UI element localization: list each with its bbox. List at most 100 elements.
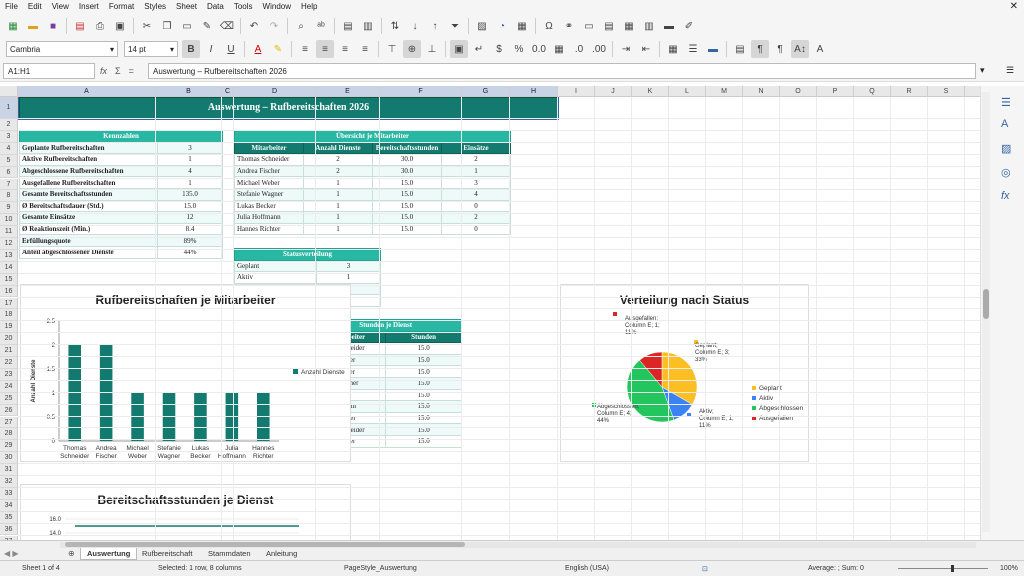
row-header-24[interactable]: 24 xyxy=(0,380,18,393)
row-header-13[interactable]: 13 xyxy=(0,249,18,262)
clone-formatting-icon[interactable]: ✎ xyxy=(198,17,216,35)
row-header-18[interactable]: 18 xyxy=(0,309,18,322)
special-character-icon[interactable]: Ω xyxy=(540,17,558,35)
column-header-b[interactable]: B xyxy=(156,86,222,97)
status-value[interactable]: 3 xyxy=(316,259,381,273)
row-header-17[interactable]: 17 xyxy=(0,297,18,310)
insert-chart-icon[interactable]: ◔ xyxy=(493,17,511,35)
justify-icon[interactable]: ≡ xyxy=(356,40,374,58)
header-footer-icon[interactable]: ▤ xyxy=(600,17,618,35)
styles-icon[interactable]: A xyxy=(1001,118,1008,130)
column-header-p[interactable]: P xyxy=(817,86,854,97)
menu-view[interactable]: View xyxy=(47,0,74,14)
horizontal-scroll-thumb[interactable] xyxy=(65,542,465,547)
navigator-icon[interactable]: ◎ xyxy=(1001,166,1011,179)
stunden-value[interactable]: 15.0 xyxy=(385,434,462,448)
column-header-h[interactable]: H xyxy=(510,86,558,97)
tab-nav-icon[interactable]: ◀ ▶ xyxy=(4,549,19,558)
row-header-20[interactable]: 20 xyxy=(0,333,18,346)
row-header-2[interactable]: 2 xyxy=(0,119,18,131)
mitarbeiter-cell[interactable]: 30.0 xyxy=(372,164,442,178)
mitarbeiter-cell[interactable]: 2 xyxy=(441,153,511,166)
mitarbeiter-header[interactable]: Einsätze xyxy=(441,141,511,155)
export-pdf-icon[interactable]: ▤ xyxy=(71,17,89,35)
row-header-5[interactable]: 5 xyxy=(0,154,18,167)
mitarbeiter-cell[interactable]: 2 xyxy=(303,153,373,166)
line-chart[interactable]: Bereitschaftsstunden je Dienst 16.014.0 xyxy=(20,484,351,540)
font-name-box[interactable]: Cambria ▾ xyxy=(6,41,118,57)
mitarbeiter-cell[interactable]: 2 xyxy=(303,164,373,178)
wrap-text-icon[interactable]: ↵ xyxy=(470,40,488,58)
cut-icon[interactable]: ✂ xyxy=(138,17,156,35)
kennzahl-value[interactable]: 1 xyxy=(157,176,223,189)
sheet-tab-stammdaten[interactable]: Stammdaten xyxy=(202,548,257,560)
column-header-s[interactable]: S xyxy=(928,86,965,97)
zoom-slider-thumb[interactable] xyxy=(951,565,954,572)
properties-icon[interactable]: ☰ xyxy=(1001,96,1011,109)
add-sheet-icon[interactable]: ⊕ xyxy=(68,549,75,558)
row-header-27[interactable]: 27 xyxy=(0,416,18,429)
function-wizard-icon[interactable]: fx xyxy=(100,63,107,79)
row-header-11[interactable]: 11 xyxy=(0,226,18,238)
mitarbeiter-cell[interactable]: 15.0 xyxy=(372,176,442,189)
mitarbeiter-cell[interactable]: Michael Weber xyxy=(234,176,304,189)
pivot-table-icon[interactable]: ▦ xyxy=(513,17,531,35)
insert-image-icon[interactable]: ▨ xyxy=(473,17,491,35)
kennzahl-value[interactable]: 3 xyxy=(157,141,223,155)
borders-icon[interactable]: ▦ xyxy=(664,40,682,58)
name-box[interactable]: A1:H1 xyxy=(3,63,95,79)
mitarbeiter-caption[interactable]: Übersicht je Mitarbeiter xyxy=(234,130,511,143)
column-header-i[interactable]: I xyxy=(558,86,595,97)
menu-styles[interactable]: Styles xyxy=(139,0,171,14)
menu-sheet[interactable]: Sheet xyxy=(171,0,202,14)
print-preview-icon[interactable]: ▣ xyxy=(111,17,129,35)
bold-icon[interactable]: B xyxy=(182,40,200,58)
kennzahl-value[interactable]: 1 xyxy=(157,153,223,166)
kennzahl-label[interactable]: Aktive Rufbereitschaften xyxy=(19,153,158,166)
row-header-6[interactable]: 6 xyxy=(0,166,18,179)
menu-format[interactable]: Format xyxy=(104,0,139,14)
add-decimal-icon[interactable]: .0 xyxy=(570,40,588,58)
font-color-icon[interactable]: A xyxy=(249,40,267,58)
bar-chart[interactable]: Rufbereitschaften je Mitarbeiter 0 0.5 1 1.… xyxy=(20,284,351,462)
sum-icon[interactable]: Σ xyxy=(115,63,121,79)
rtl-icon[interactable]: ¶ xyxy=(771,40,789,58)
row-header-4[interactable]: 4 xyxy=(0,142,18,155)
spreadsheet-grid[interactable]: Auswertung – Rufbereitschaften 2026 Kenn… xyxy=(0,86,980,540)
sheet-title-cell[interactable]: Auswertung – Rufbereitschaften 2026 xyxy=(19,97,558,119)
row-header-1[interactable]: 1 xyxy=(0,97,18,119)
language-indicator[interactable]: English (USA) xyxy=(565,565,609,572)
row-header-36[interactable]: 36 xyxy=(0,523,18,536)
sheet-tab-auswertung[interactable]: Auswertung xyxy=(80,548,138,560)
column-header-f[interactable]: F xyxy=(380,86,462,97)
row-header-26[interactable]: 26 xyxy=(0,404,18,417)
column-header-e[interactable]: E xyxy=(316,86,380,97)
row-header-7[interactable]: 7 xyxy=(0,178,18,191)
highlight-color-icon[interactable]: ✎ xyxy=(269,40,287,58)
sort-icon[interactable]: ⇅ xyxy=(386,17,404,35)
mitarbeiter-header[interactable]: Bereitschaftsstunden xyxy=(372,141,442,155)
sheet-tab-anleitung[interactable]: Anleitung xyxy=(260,548,303,560)
kennzahl-value[interactable]: 4 xyxy=(157,164,223,178)
row-header-31[interactable]: 31 xyxy=(0,464,18,476)
sort-descending-icon[interactable]: ↑ xyxy=(426,17,444,35)
select-all-corner[interactable] xyxy=(0,86,18,97)
column-header-n[interactable]: N xyxy=(743,86,780,97)
align-top-icon[interactable]: ⊤ xyxy=(383,40,401,58)
currency-format-icon[interactable]: $ xyxy=(490,40,508,58)
row-header-25[interactable]: 25 xyxy=(0,392,18,405)
open-folder-icon[interactable]: ▬ xyxy=(24,17,42,35)
underline-icon[interactable]: U xyxy=(222,40,240,58)
row-header-33[interactable]: 33 xyxy=(0,487,18,500)
comment-icon[interactable]: ▭ xyxy=(580,17,598,35)
row-header-32[interactable]: 32 xyxy=(0,476,18,488)
undo-icon[interactable]: ↶ xyxy=(245,17,263,35)
row-header-22[interactable]: 22 xyxy=(0,357,18,369)
percent-format-icon[interactable]: % xyxy=(510,40,528,58)
row-header-23[interactable]: 23 xyxy=(0,368,18,381)
mitarbeiter-cell[interactable]: Andrea Fischer xyxy=(234,164,304,178)
column-header-g[interactable]: G xyxy=(462,86,510,97)
column-header-o[interactable]: O xyxy=(780,86,817,97)
mitarbeiter-cell[interactable]: 3 xyxy=(441,176,511,189)
functions-icon[interactable]: fx xyxy=(1001,190,1010,202)
